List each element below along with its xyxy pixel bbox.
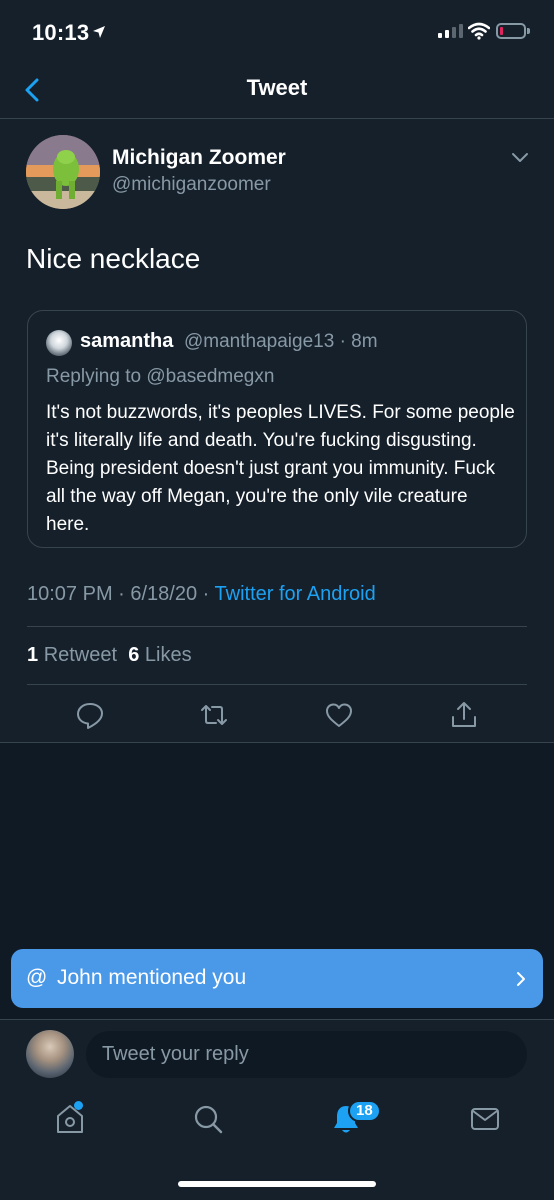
signal-icon — [438, 24, 463, 38]
tweet-timestamp: 10:07 PM · 6/18/20 · — [27, 583, 215, 605]
quote-avatar — [46, 330, 72, 356]
retweet-count[interactable]: 1 — [27, 644, 38, 666]
page-title: Tweet — [246, 75, 308, 100]
author-name[interactable]: Michigan Zoomer — [112, 146, 286, 170]
author-handle[interactable]: @michiganzoomer — [112, 174, 271, 196]
retweet-label[interactable]: Retweet — [44, 644, 117, 666]
wifi-icon — [468, 22, 490, 40]
at-icon: @ — [26, 966, 48, 989]
chevron-down-icon[interactable] — [510, 150, 530, 166]
location-arrow-icon — [93, 26, 105, 38]
battery-icon — [496, 23, 526, 39]
like-icon[interactable] — [324, 700, 354, 730]
divider — [27, 626, 527, 627]
quote-handle-time: @manthapaige13 · 8m — [184, 331, 378, 352]
quote-text: It's not buzzwords, it's peoples LIVES. … — [46, 402, 515, 535]
battery-tip — [527, 28, 530, 34]
divider — [0, 1019, 554, 1020]
divider — [27, 684, 527, 685]
tweet-source-link[interactable]: Twitter for Android — [215, 583, 376, 605]
messages-icon[interactable] — [469, 1102, 501, 1136]
author-avatar[interactable] — [26, 135, 100, 209]
quote-author-name: samantha — [80, 330, 174, 352]
search-icon[interactable] — [192, 1102, 224, 1136]
tweet-meta: 10:07 PM · 6/18/20 · Twitter for Android — [27, 583, 376, 606]
status-time: 10:13 — [32, 20, 90, 45]
share-icon[interactable] — [449, 700, 479, 730]
like-label[interactable]: Likes — [145, 644, 192, 666]
quote-replying-to: Replying to @basedmegxn — [46, 366, 275, 387]
mention-toast-text: John mentioned you — [57, 966, 247, 989]
tweet-text: Nice necklace — [26, 243, 201, 274]
home-new-indicator — [74, 1101, 83, 1110]
reply-icon[interactable] — [75, 700, 105, 730]
retweet-icon[interactable] — [199, 700, 229, 730]
like-count[interactable]: 6 — [128, 644, 139, 666]
notifications-badge: 18 — [348, 1100, 381, 1122]
header-divider — [0, 118, 554, 119]
reply-input[interactable] — [86, 1031, 527, 1078]
chevron-right-icon — [517, 972, 525, 986]
user-avatar[interactable] — [26, 1030, 74, 1078]
tweet-stats: 1 Retweet 6 Likes — [27, 644, 192, 667]
home-indicator — [178, 1181, 376, 1187]
